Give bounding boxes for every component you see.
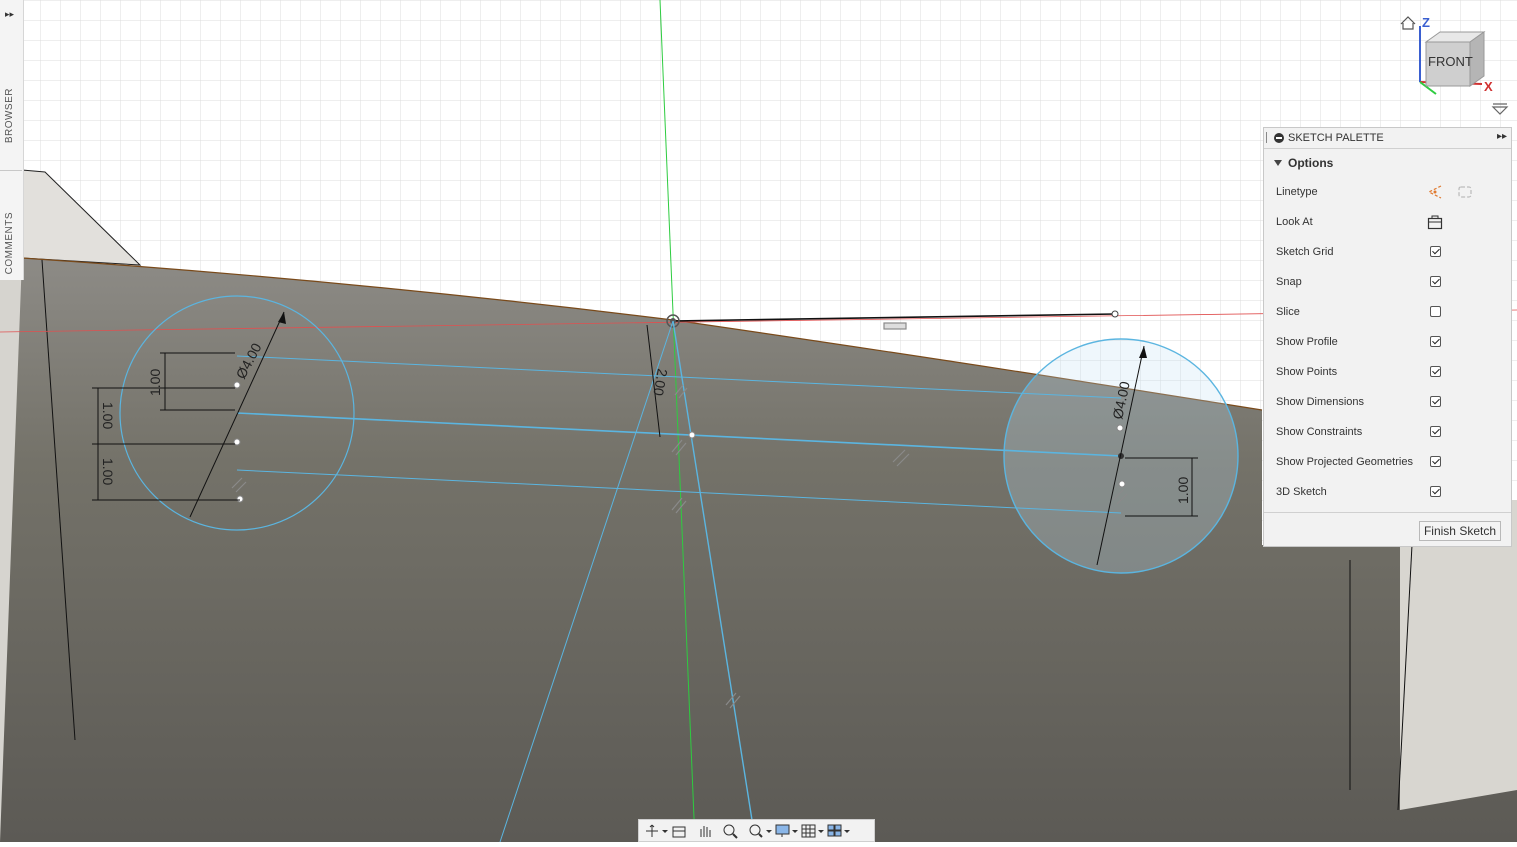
option-row-show-projected-geometries: Show Projected Geometries <box>1264 447 1511 477</box>
option-row-show-profile: Show Profile <box>1264 327 1511 357</box>
palette-header[interactable]: SKETCH PALETTE ▸▸ <box>1264 128 1511 149</box>
axis-x-label: X <box>1484 79 1493 94</box>
option-label: Show Profile <box>1276 336 1338 348</box>
option-checkbox[interactable] <box>1430 306 1441 317</box>
look-at-label: Look At <box>1276 216 1313 228</box>
option-checkbox[interactable] <box>1430 456 1441 467</box>
fit-icon[interactable] <box>746 821 772 841</box>
comments-tab[interactable]: COMMENTS <box>4 212 15 274</box>
dim-right: 1.00 <box>1175 477 1191 504</box>
option-row-slice: Slice <box>1264 297 1511 327</box>
navigation-bar <box>638 819 875 842</box>
viewports-icon[interactable] <box>824 821 850 841</box>
look-at-icon[interactable] <box>668 821 694 841</box>
option-checkbox[interactable] <box>1430 366 1441 377</box>
option-label: Show Points <box>1276 366 1338 378</box>
palette-title: SKETCH PALETTE <box>1288 132 1384 144</box>
orbit-icon[interactable] <box>642 821 668 841</box>
sketch-palette: SKETCH PALETTE ▸▸ Options Linetype Look … <box>1263 127 1512 547</box>
collapse-icon[interactable] <box>1274 133 1284 143</box>
option-label: Show Constraints <box>1276 426 1363 438</box>
centerline-linetype-icon[interactable] <box>1457 184 1473 200</box>
triangle-down-icon <box>1274 160 1282 166</box>
zoom-icon[interactable] <box>720 821 746 841</box>
expand-panel-button[interactable]: ▸▸ <box>5 9 14 20</box>
option-label: Sketch Grid <box>1276 246 1334 258</box>
home-icon[interactable] <box>1400 16 1416 30</box>
drag-handle[interactable] <box>1266 132 1269 143</box>
option-checkbox[interactable] <box>1430 486 1441 497</box>
option-row-show-points: Show Points <box>1264 357 1511 387</box>
dim-left-mid: 1.00 <box>100 402 116 429</box>
finish-sketch-button[interactable]: Finish Sketch <box>1418 521 1501 541</box>
expand-palette-button[interactable]: ▸▸ <box>1497 131 1507 142</box>
pan-icon[interactable] <box>694 821 720 841</box>
option-checkbox[interactable] <box>1430 426 1441 437</box>
dim-left-top: 1.00 <box>147 369 163 396</box>
option-checkbox[interactable] <box>1430 276 1441 287</box>
option-checkbox[interactable] <box>1430 246 1441 257</box>
option-label: 3D Sketch <box>1276 486 1327 498</box>
chevron-down-icon[interactable] <box>1491 103 1509 115</box>
grid-settings-icon[interactable] <box>798 821 824 841</box>
option-checkbox[interactable] <box>1430 336 1441 347</box>
linetype-row: Linetype <box>1264 177 1511 207</box>
construction-linetype-icon[interactable] <box>1427 184 1443 200</box>
option-row-snap: Snap <box>1264 267 1511 297</box>
view-cube-face[interactable]: FRONT <box>1428 54 1473 69</box>
look-at-row: Look At <box>1264 207 1511 237</box>
option-row-3d-sketch: 3D Sketch <box>1264 477 1511 507</box>
dim-left-bottom: 1.00 <box>100 458 116 485</box>
axis-z-label: Z <box>1422 15 1430 30</box>
palette-footer: Finish Sketch <box>1264 512 1511 548</box>
display-settings-icon[interactable] <box>772 821 798 841</box>
look-at-icon[interactable] <box>1427 214 1443 230</box>
view-cube[interactable]: Z X FRONT <box>1400 10 1510 120</box>
browser-tab[interactable]: BROWSER <box>4 88 15 143</box>
linetype-label: Linetype <box>1276 186 1318 198</box>
option-row-sketch-grid: Sketch Grid <box>1264 237 1511 267</box>
option-label: Slice <box>1276 306 1300 318</box>
option-label: Show Dimensions <box>1276 396 1365 408</box>
left-panel: ▸▸ BROWSER COMMENTS <box>0 0 24 280</box>
option-checkbox[interactable] <box>1430 396 1441 407</box>
option-row-show-constraints: Show Constraints <box>1264 417 1511 447</box>
options-section-header[interactable]: Options <box>1264 149 1511 177</box>
options-title: Options <box>1288 156 1334 170</box>
option-row-show-dimensions: Show Dimensions <box>1264 387 1511 417</box>
option-label: Snap <box>1276 276 1302 288</box>
option-label: Show Projected Geometries <box>1276 456 1413 468</box>
